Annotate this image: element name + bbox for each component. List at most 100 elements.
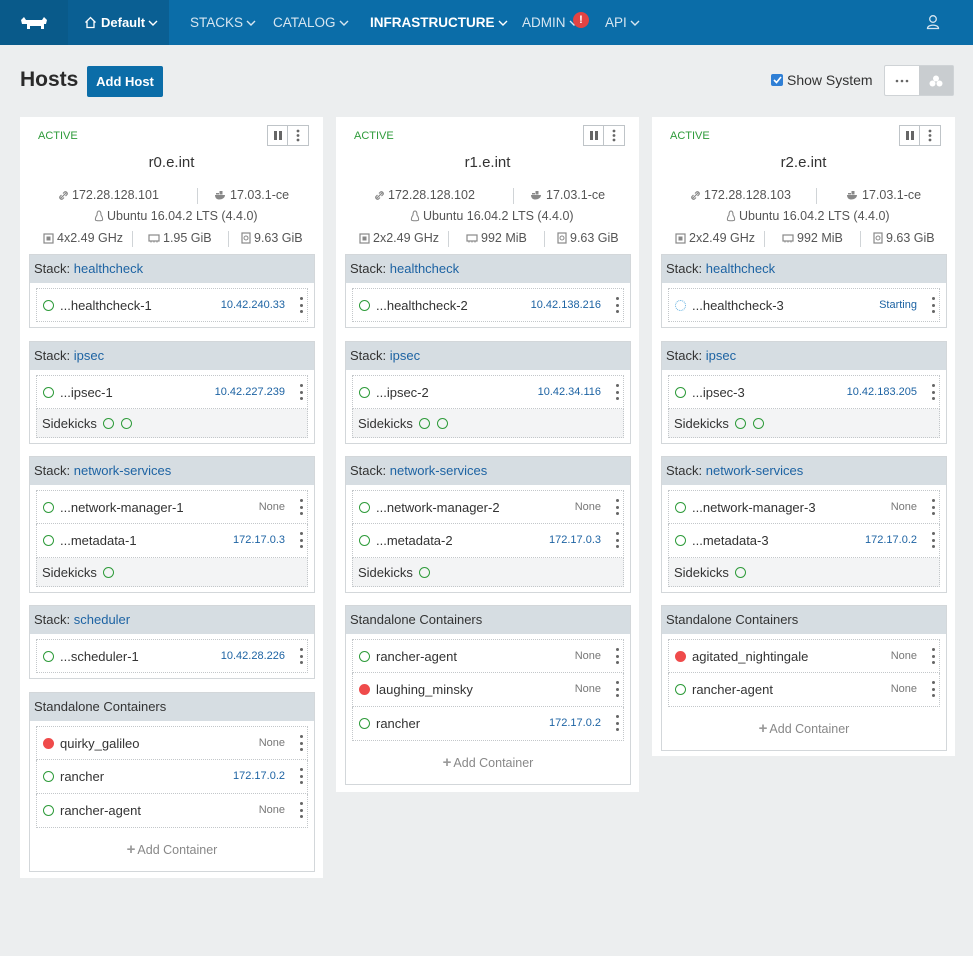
stack-link[interactable]: scheduler — [74, 612, 130, 627]
container-menu-icon[interactable] — [299, 735, 303, 751]
pause-button[interactable] — [583, 125, 604, 146]
container-name[interactable]: rancher — [60, 769, 104, 784]
container-row[interactable]: rancher 172.17.0.2 — [352, 707, 624, 741]
container-menu-icon[interactable] — [931, 297, 935, 313]
container-menu-icon[interactable] — [299, 768, 303, 784]
container-menu-icon[interactable] — [299, 648, 303, 664]
stack-link[interactable]: healthcheck — [390, 261, 459, 276]
add-host-button[interactable]: Add Host — [87, 66, 163, 97]
host-menu-button[interactable] — [920, 125, 941, 146]
container-menu-icon[interactable] — [931, 499, 935, 515]
nav-infrastructure[interactable]: INFRASTRUCTURE — [370, 0, 508, 45]
container-name[interactable]: ...network-manager-3 — [692, 500, 816, 515]
container-menu-icon[interactable] — [931, 681, 935, 697]
container-menu-icon[interactable] — [299, 499, 303, 515]
nav-admin[interactable]: ADMIN — [522, 0, 579, 45]
stack-link[interactable]: healthcheck — [74, 261, 143, 276]
stack-link[interactable]: network-services — [74, 463, 172, 478]
list-view-button[interactable] — [885, 66, 919, 95]
container-name[interactable]: ...metadata-1 — [60, 533, 137, 548]
nav-stacks[interactable]: STACKS — [190, 0, 256, 45]
container-name[interactable]: ...ipsec-2 — [376, 385, 429, 400]
container-menu-icon[interactable] — [615, 715, 619, 731]
add-container-button[interactable]: + Add Container — [662, 707, 946, 750]
sidekick-status-icon[interactable] — [419, 418, 430, 429]
container-menu-icon[interactable] — [299, 384, 303, 400]
container-row[interactable]: ...ipsec-1 10.42.227.239 — [36, 375, 308, 409]
container-menu-icon[interactable] — [299, 297, 303, 313]
nav-catalog[interactable]: CATALOG — [273, 0, 349, 45]
add-container-button[interactable]: + Add Container — [30, 828, 314, 871]
container-menu-icon[interactable] — [931, 532, 935, 548]
grid-view-button[interactable] — [919, 66, 953, 95]
rancher-logo[interactable] — [0, 0, 68, 45]
container-name[interactable]: ...healthcheck-3 — [692, 298, 784, 313]
container-name[interactable]: ...metadata-2 — [376, 533, 453, 548]
container-row[interactable]: rancher-agent None — [36, 794, 308, 828]
stack-link[interactable]: network-services — [706, 463, 804, 478]
container-name[interactable]: ...network-manager-1 — [60, 500, 184, 515]
container-menu-icon[interactable] — [931, 648, 935, 664]
sidekick-status-icon[interactable] — [735, 418, 746, 429]
container-name[interactable]: agitated_nightingale — [692, 649, 808, 664]
container-row[interactable]: rancher-agent None — [352, 639, 624, 673]
container-row[interactable]: ...metadata-1 172.17.0.3 — [36, 524, 308, 558]
container-name[interactable]: rancher-agent — [60, 803, 141, 818]
container-row[interactable]: ...healthcheck-3 Starting — [668, 288, 940, 322]
stack-link[interactable]: ipsec — [706, 348, 736, 363]
container-row[interactable]: agitated_nightingale None — [668, 639, 940, 673]
container-row[interactable]: ...ipsec-2 10.42.34.116 — [352, 375, 624, 409]
sidekick-status-icon[interactable] — [121, 418, 132, 429]
container-menu-icon[interactable] — [299, 532, 303, 548]
container-menu-icon[interactable] — [299, 802, 303, 818]
environment-switcher[interactable]: Default — [68, 0, 169, 45]
container-row[interactable]: ...scheduler-1 10.42.28.226 — [36, 639, 308, 673]
container-name[interactable]: ...ipsec-1 — [60, 385, 113, 400]
container-name[interactable]: ...scheduler-1 — [60, 649, 139, 664]
sidekick-status-icon[interactable] — [437, 418, 448, 429]
sidekick-status-icon[interactable] — [103, 567, 114, 578]
container-menu-icon[interactable] — [615, 648, 619, 664]
container-name[interactable]: ...healthcheck-1 — [60, 298, 152, 313]
container-row[interactable]: ...network-manager-2 None — [352, 490, 624, 524]
container-name[interactable]: rancher-agent — [692, 682, 773, 697]
container-row[interactable]: ...metadata-3 172.17.0.2 — [668, 524, 940, 558]
stack-link[interactable]: network-services — [390, 463, 488, 478]
container-menu-icon[interactable] — [615, 681, 619, 697]
container-row[interactable]: rancher 172.17.0.2 — [36, 760, 308, 794]
user-icon[interactable] — [926, 14, 940, 33]
host-menu-button[interactable] — [288, 125, 309, 146]
nav-api[interactable]: API — [605, 0, 640, 45]
show-system-toggle[interactable]: Show System — [771, 72, 873, 88]
container-name[interactable]: rancher-agent — [376, 649, 457, 664]
container-name[interactable]: ...metadata-3 — [692, 533, 769, 548]
container-row[interactable]: ...network-manager-3 None — [668, 490, 940, 524]
sidekick-status-icon[interactable] — [419, 567, 430, 578]
sidekick-status-icon[interactable] — [735, 567, 746, 578]
add-container-button[interactable]: + Add Container — [346, 741, 630, 784]
container-menu-icon[interactable] — [931, 384, 935, 400]
container-menu-icon[interactable] — [615, 532, 619, 548]
container-row[interactable]: ...metadata-2 172.17.0.3 — [352, 524, 624, 558]
container-menu-icon[interactable] — [615, 297, 619, 313]
sidekick-status-icon[interactable] — [753, 418, 764, 429]
pause-button[interactable] — [267, 125, 288, 146]
container-row[interactable]: ...network-manager-1 None — [36, 490, 308, 524]
container-name[interactable]: quirky_galileo — [60, 736, 140, 751]
container-row[interactable]: laughing_minsky None — [352, 673, 624, 707]
container-menu-icon[interactable] — [615, 384, 619, 400]
stack-link[interactable]: healthcheck — [706, 261, 775, 276]
sidekick-status-icon[interactable] — [103, 418, 114, 429]
container-name[interactable]: ...ipsec-3 — [692, 385, 745, 400]
host-menu-button[interactable] — [604, 125, 625, 146]
checkbox-checked-icon[interactable] — [771, 74, 783, 86]
pause-button[interactable] — [899, 125, 920, 146]
container-row[interactable]: rancher-agent None — [668, 673, 940, 707]
container-row[interactable]: quirky_galileo None — [36, 726, 308, 760]
container-menu-icon[interactable] — [615, 499, 619, 515]
container-name[interactable]: ...healthcheck-2 — [376, 298, 468, 313]
stack-link[interactable]: ipsec — [74, 348, 104, 363]
container-name[interactable]: rancher — [376, 716, 420, 731]
container-row[interactable]: ...healthcheck-2 10.42.138.216 — [352, 288, 624, 322]
container-row[interactable]: ...ipsec-3 10.42.183.205 — [668, 375, 940, 409]
